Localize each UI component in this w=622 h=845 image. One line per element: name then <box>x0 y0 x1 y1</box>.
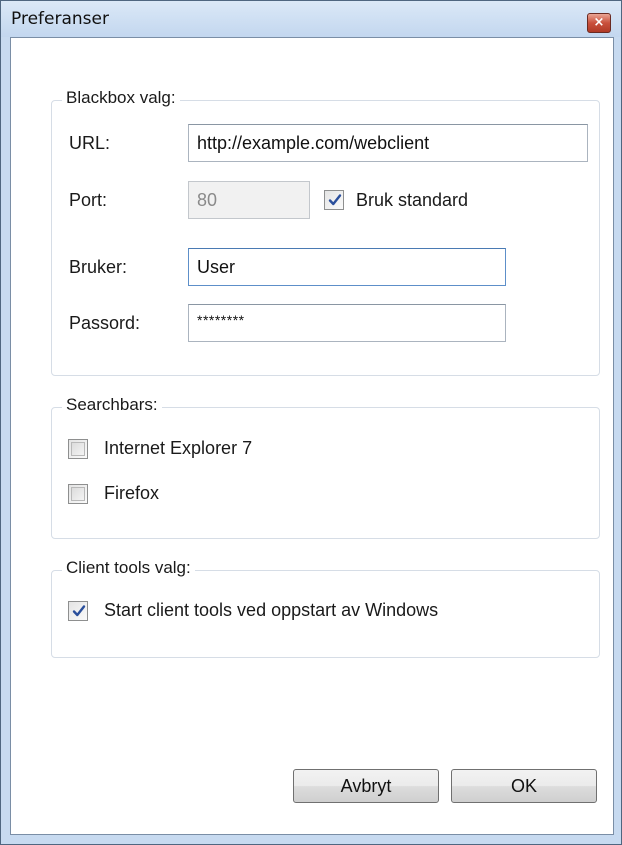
client-tools-legend: Client tools valg: <box>62 558 195 578</box>
close-button[interactable]: × <box>587 13 611 33</box>
firefox-checkbox-box <box>71 487 85 501</box>
startup-label[interactable]: Start client tools ved oppstart av Windo… <box>104 600 438 621</box>
searchbars-group: Searchbars: Internet Explorer 7 Firefox <box>51 395 600 539</box>
checkmark-icon <box>72 605 86 617</box>
ie7-label[interactable]: Internet Explorer 7 <box>104 438 252 459</box>
ie7-checkbox[interactable] <box>68 439 88 459</box>
cancel-button[interactable]: Avbryt <box>293 769 439 803</box>
use-default-checkbox[interactable] <box>324 190 344 210</box>
port-label: Port: <box>69 190 108 210</box>
password-field[interactable]: ******** <box>188 304 506 342</box>
title-bar[interactable]: Preferanser × <box>1 1 621 37</box>
url-label: URL: <box>69 133 111 153</box>
ok-button[interactable]: OK <box>451 769 597 803</box>
firefox-checkbox[interactable] <box>68 484 88 504</box>
url-field[interactable]: http://example.com/webclient <box>188 124 588 162</box>
use-default-label[interactable]: Bruk standard <box>356 190 468 211</box>
window-title: Preferanser <box>11 9 109 29</box>
port-field[interactable]: 80 <box>188 181 310 219</box>
startup-checkbox[interactable] <box>68 601 88 621</box>
preferences-dialog: Preferanser × Blackbox valg: URL: http:/… <box>0 0 622 845</box>
checkmark-icon <box>328 194 342 206</box>
firefox-label[interactable]: Firefox <box>104 483 159 504</box>
password-label: Passord: <box>69 313 141 333</box>
ie7-checkbox-box <box>71 442 85 456</box>
blackbox-legend: Blackbox valg: <box>62 88 180 108</box>
user-field[interactable]: User <box>188 248 506 286</box>
close-icon: × <box>593 15 605 30</box>
client-tools-group: Client tools valg: Start client tools ve… <box>51 558 600 658</box>
user-label: Bruker: <box>69 257 128 277</box>
searchbars-legend: Searchbars: <box>62 395 162 415</box>
blackbox-group: Blackbox valg: URL: http://example.com/w… <box>51 88 600 376</box>
dialog-body: Blackbox valg: URL: http://example.com/w… <box>10 37 614 835</box>
